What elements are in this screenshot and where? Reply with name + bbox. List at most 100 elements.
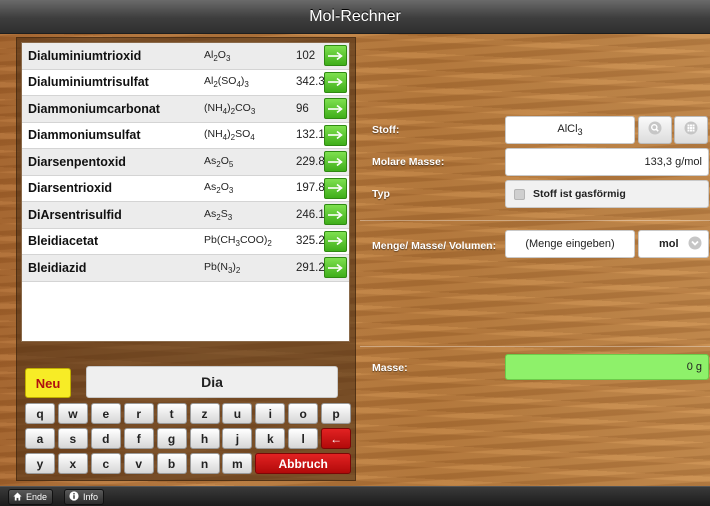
arrow-right-icon[interactable] xyxy=(324,151,347,172)
compound-name: Diammoniumcarbonat xyxy=(28,101,160,116)
typ-label: Typ xyxy=(372,188,390,200)
compound-formula: As2O3 xyxy=(204,181,234,196)
gas-checkbox[interactable]: Stoff ist gasförmig xyxy=(505,180,709,208)
key-q[interactable]: q xyxy=(25,403,55,424)
cancel-button[interactable]: Abbruch xyxy=(255,453,352,474)
menge-label: Menge/ Masse/ Volumen: xyxy=(372,240,497,252)
home-icon xyxy=(13,491,22,503)
new-button[interactable]: Neu xyxy=(25,368,71,398)
compound-mass: 229.8 xyxy=(296,155,325,168)
key-n[interactable]: n xyxy=(189,453,220,474)
ende-button[interactable]: Ende xyxy=(8,489,54,505)
gas-label: Stoff ist gasförmig xyxy=(533,188,626,200)
key-k[interactable]: k xyxy=(255,428,286,449)
arrow-right-icon[interactable] xyxy=(324,98,347,119)
arrow-right-icon[interactable] xyxy=(324,71,347,93)
key-j[interactable]: j xyxy=(222,428,253,449)
backspace-key[interactable]: ← xyxy=(321,428,352,449)
arrow-right-icon[interactable] xyxy=(324,124,347,146)
key-t[interactable]: t xyxy=(156,403,187,424)
list-item[interactable]: Bleidiazid Pb(N3)2 291.2 xyxy=(22,255,349,282)
compound-mass: 246.1 xyxy=(296,208,325,221)
compound-formula: Al2O3 xyxy=(204,48,231,63)
compound-mass: 342.3 xyxy=(296,76,325,89)
key-x[interactable]: x xyxy=(57,453,88,474)
key-i[interactable]: i xyxy=(255,403,286,424)
divider xyxy=(360,220,710,221)
key-p[interactable]: p xyxy=(321,403,352,424)
info-label: Info xyxy=(83,492,99,502)
compound-name: Diarsenpentoxid xyxy=(28,154,126,169)
app-title: Mol-Rechner xyxy=(309,7,401,25)
key-m[interactable]: m xyxy=(222,453,253,474)
list-item[interactable]: Dialuminiumtrioxid Al2O3 102 xyxy=(22,43,349,70)
list-item[interactable]: Diammoniumsulfat (NH4)2SO4 132.1 xyxy=(22,123,349,149)
unit-value: mol xyxy=(659,238,679,250)
menge-input[interactable]: (Menge eingeben) xyxy=(505,230,635,258)
key-d[interactable]: d xyxy=(90,428,121,449)
stoff-label: Stoff: xyxy=(372,124,400,136)
list-item[interactable]: Dialuminiumtrisulfat Al2(SO4)3 342.3 xyxy=(22,70,349,96)
arrow-right-icon[interactable] xyxy=(324,45,347,66)
title-bar: Mol-Rechner xyxy=(0,0,710,34)
list-item[interactable]: Diarsenpentoxid As2O5 229.8 xyxy=(22,149,349,176)
key-h[interactable]: h xyxy=(189,428,220,449)
key-l[interactable]: l xyxy=(288,428,319,449)
key-g[interactable]: g xyxy=(156,428,187,449)
compound-name: Bleidiacetat xyxy=(28,234,99,249)
compound-mass: 102 xyxy=(296,49,316,62)
compound-formula: Al2(SO4)3 xyxy=(204,75,249,90)
list-item[interactable]: Diammoniumcarbonat (NH4)2CO3 96 xyxy=(22,96,349,123)
unit-select[interactable]: mol xyxy=(638,230,709,258)
compound-name: Bleidiazid xyxy=(28,260,87,275)
masse-result: 0 g xyxy=(505,354,709,380)
compound-mass: 197.8 xyxy=(296,182,325,195)
info-icon xyxy=(69,491,79,503)
key-f[interactable]: f xyxy=(123,428,154,449)
key-w[interactable]: w xyxy=(57,403,88,424)
compound-name: DiArsentrisulfid xyxy=(28,207,122,222)
compound-name: Dialuminiumtrioxid xyxy=(28,48,142,63)
compound-mass: 132.1 xyxy=(296,129,325,142)
arrow-right-icon[interactable] xyxy=(324,204,347,225)
key-c[interactable]: c xyxy=(90,453,121,474)
arrow-right-icon[interactable] xyxy=(324,257,347,278)
compound-formula: Pb(N3)2 xyxy=(204,260,241,275)
search-input[interactable]: Dia xyxy=(86,366,338,398)
compound-list[interactable]: Dialuminiumtrioxid Al2O3 102 Dialuminiumtri… xyxy=(21,42,350,342)
list-item[interactable]: Diarsentrioxid As2O3 197.8 xyxy=(22,176,349,202)
compound-formula: (NH4)2CO3 xyxy=(204,101,256,116)
key-b[interactable]: b xyxy=(156,453,187,474)
key-y[interactable]: y xyxy=(25,453,55,474)
compound-mass: 291.2 xyxy=(296,261,325,274)
search-button[interactable] xyxy=(638,116,672,144)
stoff-field[interactable]: AlCl3 xyxy=(505,116,635,144)
compound-mass: 96 xyxy=(296,102,309,115)
chevron-down-icon xyxy=(688,236,702,253)
molare-masse-label: Molare Masse: xyxy=(372,156,445,168)
info-button[interactable]: Info xyxy=(64,489,105,505)
compound-formula: As2O5 xyxy=(204,154,234,169)
key-v[interactable]: v xyxy=(123,453,154,474)
compound-formula: Pb(CH3COO)2 xyxy=(204,234,272,249)
divider xyxy=(360,346,710,347)
key-a[interactable]: a xyxy=(25,428,55,449)
molare-masse-field: 133,3 g/mol xyxy=(505,148,709,176)
compound-name: Diarsentrioxid xyxy=(28,181,113,196)
compound-name: Dialuminiumtrisulfat xyxy=(28,75,149,90)
key-o[interactable]: o xyxy=(288,403,319,424)
compound-formula: As2S3 xyxy=(204,207,233,222)
key-e[interactable]: e xyxy=(90,403,121,424)
periodic-table-button[interactable] xyxy=(674,116,708,144)
arrow-right-icon[interactable] xyxy=(324,230,347,252)
key-z[interactable]: z xyxy=(189,403,220,424)
key-r[interactable]: r xyxy=(123,403,154,424)
list-item[interactable]: Bleidiacetat Pb(CH3COO)2 325.2 xyxy=(22,229,349,255)
compound-formula: (NH4)2SO4 xyxy=(204,128,255,143)
list-item[interactable]: DiArsentrisulfid As2S3 246.1 xyxy=(22,202,349,229)
compound-name: Diammoniumsulfat xyxy=(28,128,141,143)
compound-mass: 325.2 xyxy=(296,235,325,248)
arrow-right-icon[interactable] xyxy=(324,177,347,199)
key-s[interactable]: s xyxy=(57,428,88,449)
key-u[interactable]: u xyxy=(222,403,253,424)
